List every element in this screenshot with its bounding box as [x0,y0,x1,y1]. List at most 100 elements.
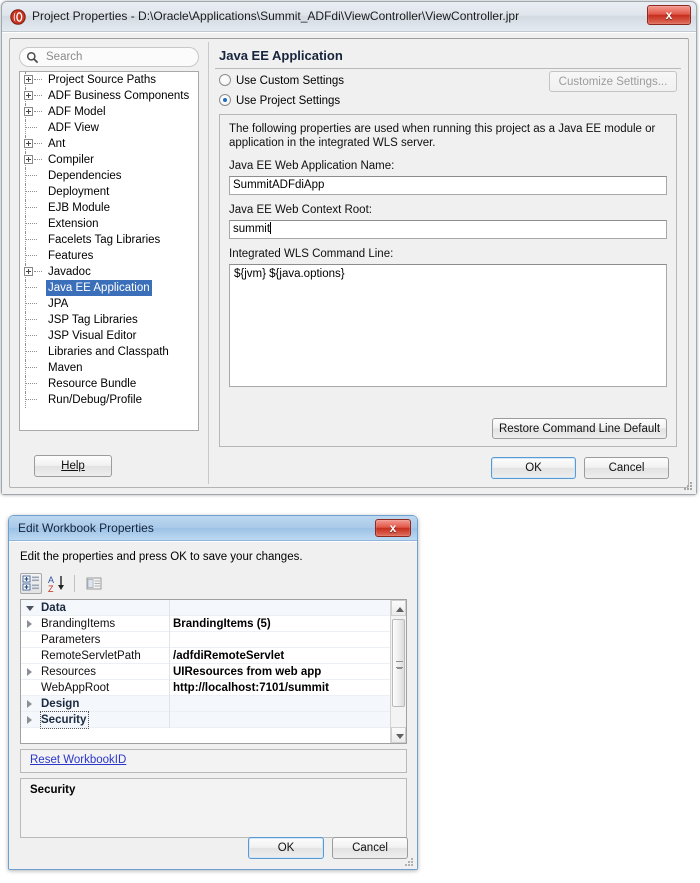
tree-guide-stub [25,399,37,400]
tree-item-jpa[interactable]: JPA [20,296,198,312]
settings-description: The following properties are used when r… [229,123,656,149]
ok-button[interactable]: OK [491,457,576,479]
scroll-down-arrow-icon[interactable] [391,727,406,743]
expand-plus-icon[interactable] [24,107,33,116]
property-pages-icon[interactable] [83,573,105,594]
workbook-titlebar[interactable]: Edit Workbook Properties x [9,516,417,541]
grid-property-value[interactable]: http://localhost:7101/summit [173,680,329,696]
grid-row[interactable]: RemoteServletPath/adfdiRemoteServlet [21,648,390,664]
tree-item-label: JPA [48,298,69,310]
reset-workbook-id-link[interactable]: Reset WorkbookID [30,754,126,766]
tree-item-libraries-and-classpath[interactable]: Libraries and Classpath [20,344,198,360]
help-button[interactable]: Help [34,455,112,477]
tree-item-dependencies[interactable]: Dependencies [20,168,198,184]
expand-plus-icon[interactable] [24,91,33,100]
grid-row[interactable]: Resources UIResources from web app [21,664,390,680]
tree-item-maven[interactable]: Maven [20,360,198,376]
expand-plus-icon[interactable] [24,139,33,148]
workbook-close-button[interactable]: x [375,519,411,537]
command-line-label: Integrated WLS Command Line: [229,248,394,260]
scrollbar-thumb[interactable] [392,619,405,707]
grid-column-divider [169,600,170,616]
grid-row[interactable]: Design [21,696,390,712]
grid-property-value[interactable]: /adfdiRemoteServlet [173,648,284,664]
tree-item-label: JSP Tag Libraries [48,314,138,326]
project-properties-frame: Search Project Source Paths ADF Business … [9,38,689,488]
grid-category-name: Security [39,711,90,729]
expand-plus-icon[interactable] [24,267,33,276]
workbook-ok-button[interactable]: OK [248,837,324,859]
grid-row[interactable]: Data [21,600,390,616]
tree-item-resource-bundle[interactable]: Resource Bundle [20,376,198,392]
cancel-button[interactable]: Cancel [584,457,669,479]
tree-guide-stub [25,191,37,192]
tree-item-label: Project Source Paths [48,74,157,86]
app-name-input[interactable]: SummitADFdiApp [229,176,667,195]
grid-property-value[interactable]: BrandingItems (5) [173,616,271,632]
grid-property-value[interactable]: UIResources from web app [173,664,321,680]
context-root-label: Java EE Web Context Root: [229,204,372,216]
toolbar-separator [74,575,75,592]
tree-item-features[interactable]: Features [20,248,198,264]
tree-item-ant[interactable]: Ant [20,136,198,152]
settings-tree[interactable]: Project Source Paths ADF Business Compone… [19,71,199,431]
oracle-jdeveloper-icon [10,9,26,25]
search-input[interactable]: Search [19,47,199,67]
expand-triangle-icon[interactable] [27,700,32,708]
tree-item-ejb-module[interactable]: EJB Module [20,200,198,216]
expand-plus-icon[interactable] [24,75,33,84]
tree-item-compiler[interactable]: Compiler [20,152,198,168]
grid-column-divider [169,680,170,696]
tree-item-adf-model[interactable]: ADF Model [20,104,198,120]
close-button[interactable]: x [647,5,691,25]
categorized-icon[interactable] [20,573,42,594]
workbook-resize-grip[interactable] [402,855,414,867]
tree-item-jsp-tag-libraries[interactable]: JSP Tag Libraries [20,312,198,328]
tree-guide-stub [25,335,37,336]
tree-item-jsp-visual-editor[interactable]: JSP Visual Editor [20,328,198,344]
tree-guide-stub [25,239,37,240]
collapse-triangle-icon[interactable] [26,606,34,615]
tree-item-java-ee-application[interactable]: Java EE Application [20,280,198,296]
tree-item-adf-view[interactable]: ADF View [20,120,198,136]
context-root-input[interactable]: summit [229,220,667,239]
svg-text:Z: Z [48,584,54,593]
scroll-up-arrow-icon[interactable] [391,600,406,616]
cancel-label: Cancel [608,462,645,474]
command-line-textarea[interactable]: ${jvm} ${java.options} [229,264,667,387]
tree-guide-stub [25,223,37,224]
expand-triangle-icon[interactable] [27,668,32,676]
grid-row[interactable]: BrandingItems BrandingItems (5) [21,616,390,632]
tree-item-javadoc[interactable]: Javadoc [20,264,198,280]
tree-item-run-debug-profile[interactable]: Run/Debug/Profile [20,392,198,408]
project-properties-titlebar[interactable]: Project Properties - D:\Oracle\Applicati… [2,2,696,32]
tree-guide-stub [34,111,42,112]
properties-grid-scrollbar[interactable] [390,600,406,743]
customize-settings-button[interactable]: Customize Settings... [549,71,677,92]
properties-grid[interactable]: Data BrandingItems BrandingItems (5) Parame… [20,599,407,744]
tree-guide-line [25,344,26,360]
resize-grip[interactable] [681,480,693,492]
grid-row[interactable]: WebAppRoot http://localhost:7101/summit [21,680,390,696]
alphabetical-sort-icon[interactable]: A Z [46,573,68,594]
tree-item-label: Dependencies [48,170,122,182]
workbook-client: Edit the properties and press OK to save… [9,541,417,869]
tree-guide-stub [25,287,37,288]
tree-guide-line [25,120,26,136]
tree-item-facelets-tag-libraries[interactable]: Facelets Tag Libraries [20,232,198,248]
grid-row[interactable]: Security [21,711,390,729]
restore-command-line-default-button[interactable]: Restore Command Line Default [492,418,667,439]
grid-property-name: BrandingItems [41,618,116,630]
expand-plus-icon[interactable] [24,155,33,164]
tree-item-project-source-paths[interactable]: Project Source Paths [20,72,198,88]
workbook-cancel-button[interactable]: Cancel [332,837,408,859]
tree-guide-line [25,200,26,216]
tree-item-deployment[interactable]: Deployment [20,184,198,200]
expand-triangle-icon[interactable] [27,620,32,628]
grid-row[interactable]: Parameters [21,632,390,648]
tree-item-extension[interactable]: Extension [20,216,198,232]
expand-triangle-icon[interactable] [27,716,32,724]
radio-use-project-settings[interactable]: Use Project Settings [219,94,340,107]
tree-item-adf-business-components[interactable]: ADF Business Components [20,88,198,104]
radio-use-custom-settings[interactable]: Use Custom Settings [219,74,344,87]
